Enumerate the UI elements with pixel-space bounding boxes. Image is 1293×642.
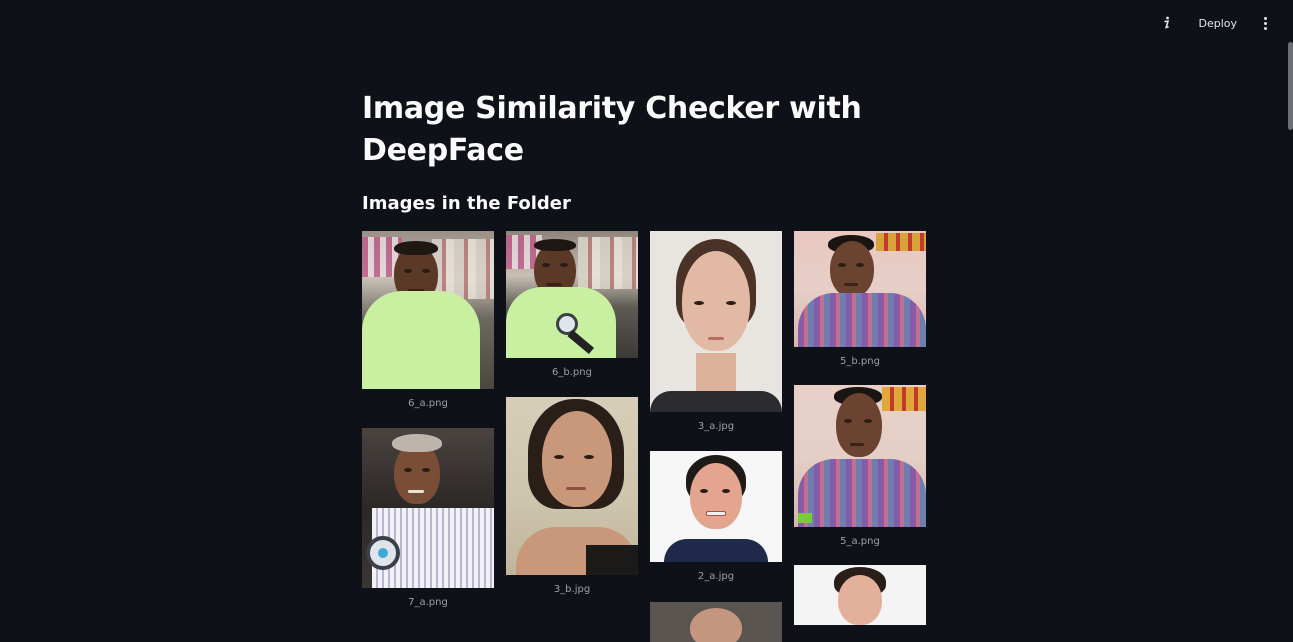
face-image[interactable] xyxy=(794,565,926,625)
image-caption: 3_b.jpg xyxy=(553,584,591,595)
image-card xyxy=(650,602,782,642)
image-card: 6_b.png xyxy=(506,231,638,379)
kebab-menu-icon[interactable] xyxy=(1259,12,1271,34)
image-card: 3_a.jpg xyxy=(650,231,782,433)
face-image[interactable] xyxy=(362,231,494,389)
image-card xyxy=(794,565,926,625)
image-card: 5_b.png xyxy=(794,231,926,368)
face-image[interactable] xyxy=(506,231,638,358)
scrollbar[interactable] xyxy=(1288,42,1293,130)
face-image[interactable] xyxy=(794,231,926,347)
face-image[interactable] xyxy=(794,385,926,527)
face-image[interactable] xyxy=(506,397,638,575)
image-caption: 3_a.jpg xyxy=(697,421,735,432)
image-caption: 5_a.png xyxy=(840,536,880,547)
image-card: 6_a.png xyxy=(362,231,494,410)
image-card: 7_a.png xyxy=(362,428,494,609)
image-card: 5_a.png xyxy=(794,385,926,548)
face-image[interactable] xyxy=(362,428,494,588)
app-header: Deploy xyxy=(0,0,1293,46)
deploy-button[interactable]: Deploy xyxy=(1194,14,1241,33)
image-caption: 5_b.png xyxy=(840,356,880,367)
image-grid: 6_a.png 7_a.png 6_b.png 3_b.jpg 3_a.jpg … xyxy=(362,231,932,642)
image-caption: 6_b.png xyxy=(552,367,592,378)
image-card: 2_a.jpg xyxy=(650,451,782,583)
header-actions: Deploy xyxy=(1156,12,1271,34)
image-caption: 2_a.jpg xyxy=(697,571,735,582)
image-caption: 7_a.png xyxy=(408,597,448,608)
section-heading: Images in the Folder xyxy=(362,193,571,214)
image-caption: 6_a.png xyxy=(408,398,448,409)
face-image[interactable] xyxy=(650,451,782,562)
face-image[interactable] xyxy=(650,231,782,412)
face-image[interactable] xyxy=(650,602,782,642)
page-title: Image Similarity Checker with DeepFace xyxy=(362,91,862,168)
image-card: 3_b.jpg xyxy=(506,397,638,596)
info-icon[interactable] xyxy=(1156,12,1176,34)
